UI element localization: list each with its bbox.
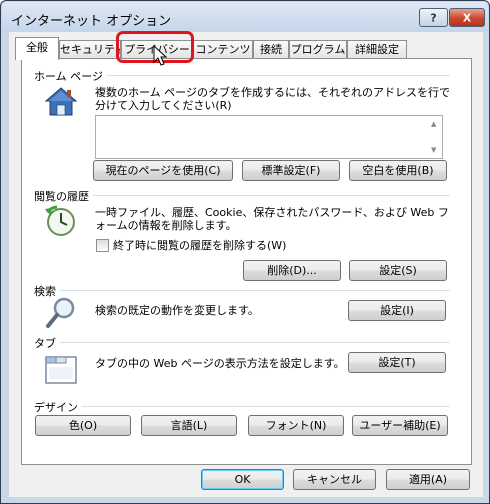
home-icon — [43, 84, 79, 120]
mouse-pointer-icon — [153, 44, 169, 67]
search-description: 検索の既定の動作を変更します。 — [95, 304, 259, 317]
history-section-title: 閲覧の履歴 — [34, 188, 93, 204]
history-settings-button[interactable]: 設定(S) — [349, 260, 447, 281]
history-description: 一時ファイル、履歴、Cookie、保存されたパスワード、および Web フォーム… — [95, 206, 449, 232]
history-clock-icon — [43, 204, 79, 240]
magnifier-icon — [43, 295, 79, 331]
use-default-button[interactable]: 標準設定(F) — [242, 160, 340, 181]
tabbed-window-icon — [43, 351, 79, 387]
delete-history-on-exit-label[interactable]: 終了時に閲覧の履歴を削除する(W) — [113, 239, 286, 252]
tabs-description: タブの中の Web ページの表示方法を設定します。 — [95, 357, 345, 370]
use-blank-button[interactable]: 空白を使用(B) — [349, 160, 447, 181]
search-section-divider — [36, 290, 450, 291]
home-url-input[interactable]: ▲ ▼ — [95, 115, 443, 159]
home-description: 複数のホーム ページのタブを作成するには、それぞれのアドレスを行で分けて入力して… — [95, 86, 450, 112]
tabs-section-title: タブ — [34, 335, 60, 351]
history-section-divider — [36, 195, 450, 196]
scroll-up-icon[interactable]: ▲ — [431, 120, 436, 128]
delete-history-on-exit-checkbox[interactable] — [96, 239, 109, 252]
tabs-section-divider — [36, 342, 450, 343]
accessibility-button[interactable]: ユーザー補助(E) — [352, 415, 448, 436]
home-url-scrollbar[interactable]: ▲ ▼ — [428, 116, 442, 158]
search-settings-button[interactable]: 設定(I) — [348, 300, 446, 321]
languages-button[interactable]: 言語(L) — [141, 415, 237, 436]
tabs-settings-button[interactable]: 設定(T) — [348, 352, 446, 373]
scroll-down-icon[interactable]: ▼ — [431, 146, 436, 154]
fonts-button[interactable]: フォント(N) — [248, 415, 344, 436]
delete-history-button[interactable]: 削除(D)... — [243, 260, 341, 281]
home-section-title: ホーム ページ — [34, 68, 107, 84]
design-section-title: デザイン — [34, 399, 82, 415]
design-section-divider — [36, 406, 450, 407]
colors-button[interactable]: 色(O) — [35, 415, 131, 436]
use-current-button[interactable]: 現在のページを使用(C) — [93, 160, 233, 181]
